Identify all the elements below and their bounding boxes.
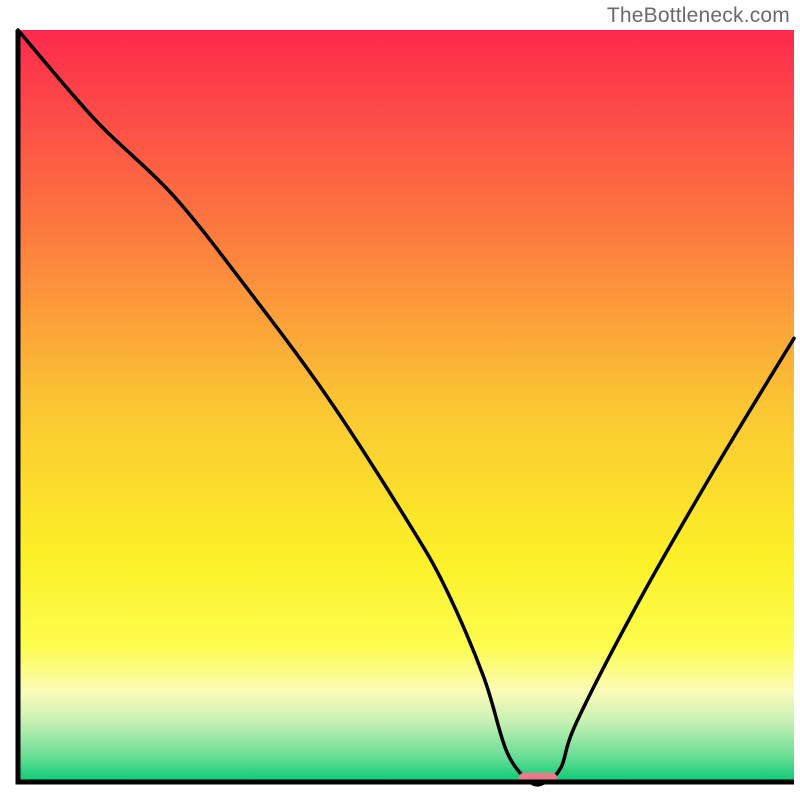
bottleneck-chart: TheBottleneck.com [0,0,800,800]
plot-background [18,30,794,782]
chart-svg [0,0,800,800]
